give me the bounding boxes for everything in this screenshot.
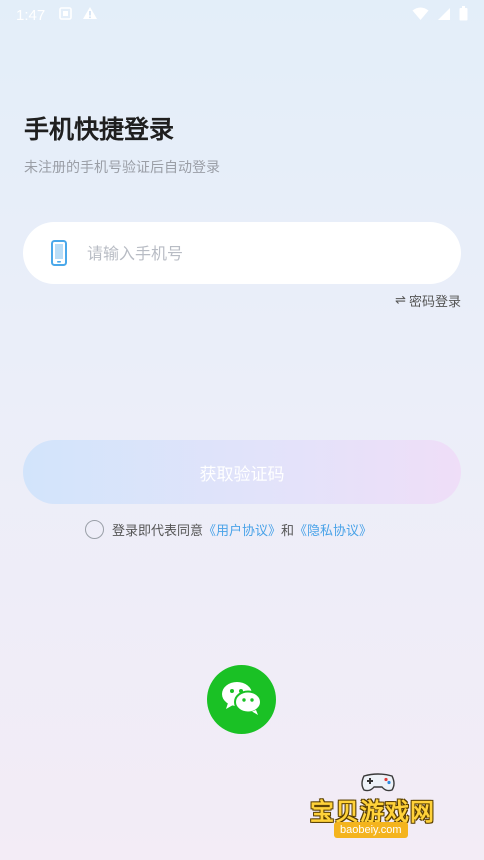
password-login-label: 密码登录 [408,295,461,310]
agreement-checkbox[interactable] [85,519,104,539]
signal-icon [437,7,451,25]
password-login-link[interactable]: ⇌ 密码登录 [395,291,461,310]
wechat-login-button[interactable] [207,665,276,734]
page-title: 手机快捷登录 [24,115,175,144]
status-bar: 1:47 [0,0,484,30]
battery-icon [459,6,468,25]
warning-icon [82,6,98,24]
status-time: 1:47 [16,6,46,24]
agreement-prefix: 登录即代表同意 [112,523,204,539]
phone-input-container[interactable] [23,222,461,284]
status-right [412,6,468,25]
page-subtitle: 未注册的手机号验证后自动登录 [24,160,220,176]
privacy-agreement-link[interactable]: 《隐私协议》 [294,520,372,539]
user-agreement-link[interactable]: 《用户协议》 [203,520,281,539]
agreement-row: 登录即代表同意 《用户协议》 和 《隐私协议》 [85,518,372,540]
agreement-conjunction: 和 [281,523,295,539]
wechat-icon [220,679,264,721]
watermark-logo: 宝贝游戏网 baobeiy.com [306,770,456,840]
phone-icon [51,240,67,266]
get-verification-code-button[interactable]: 获取验证码 [23,440,461,504]
phone-input[interactable] [87,243,407,263]
watermark-url: baobeiy.com [334,822,408,838]
notification-icon [59,6,73,24]
switch-icon: ⇌ [395,293,406,308]
wifi-icon [412,7,429,25]
